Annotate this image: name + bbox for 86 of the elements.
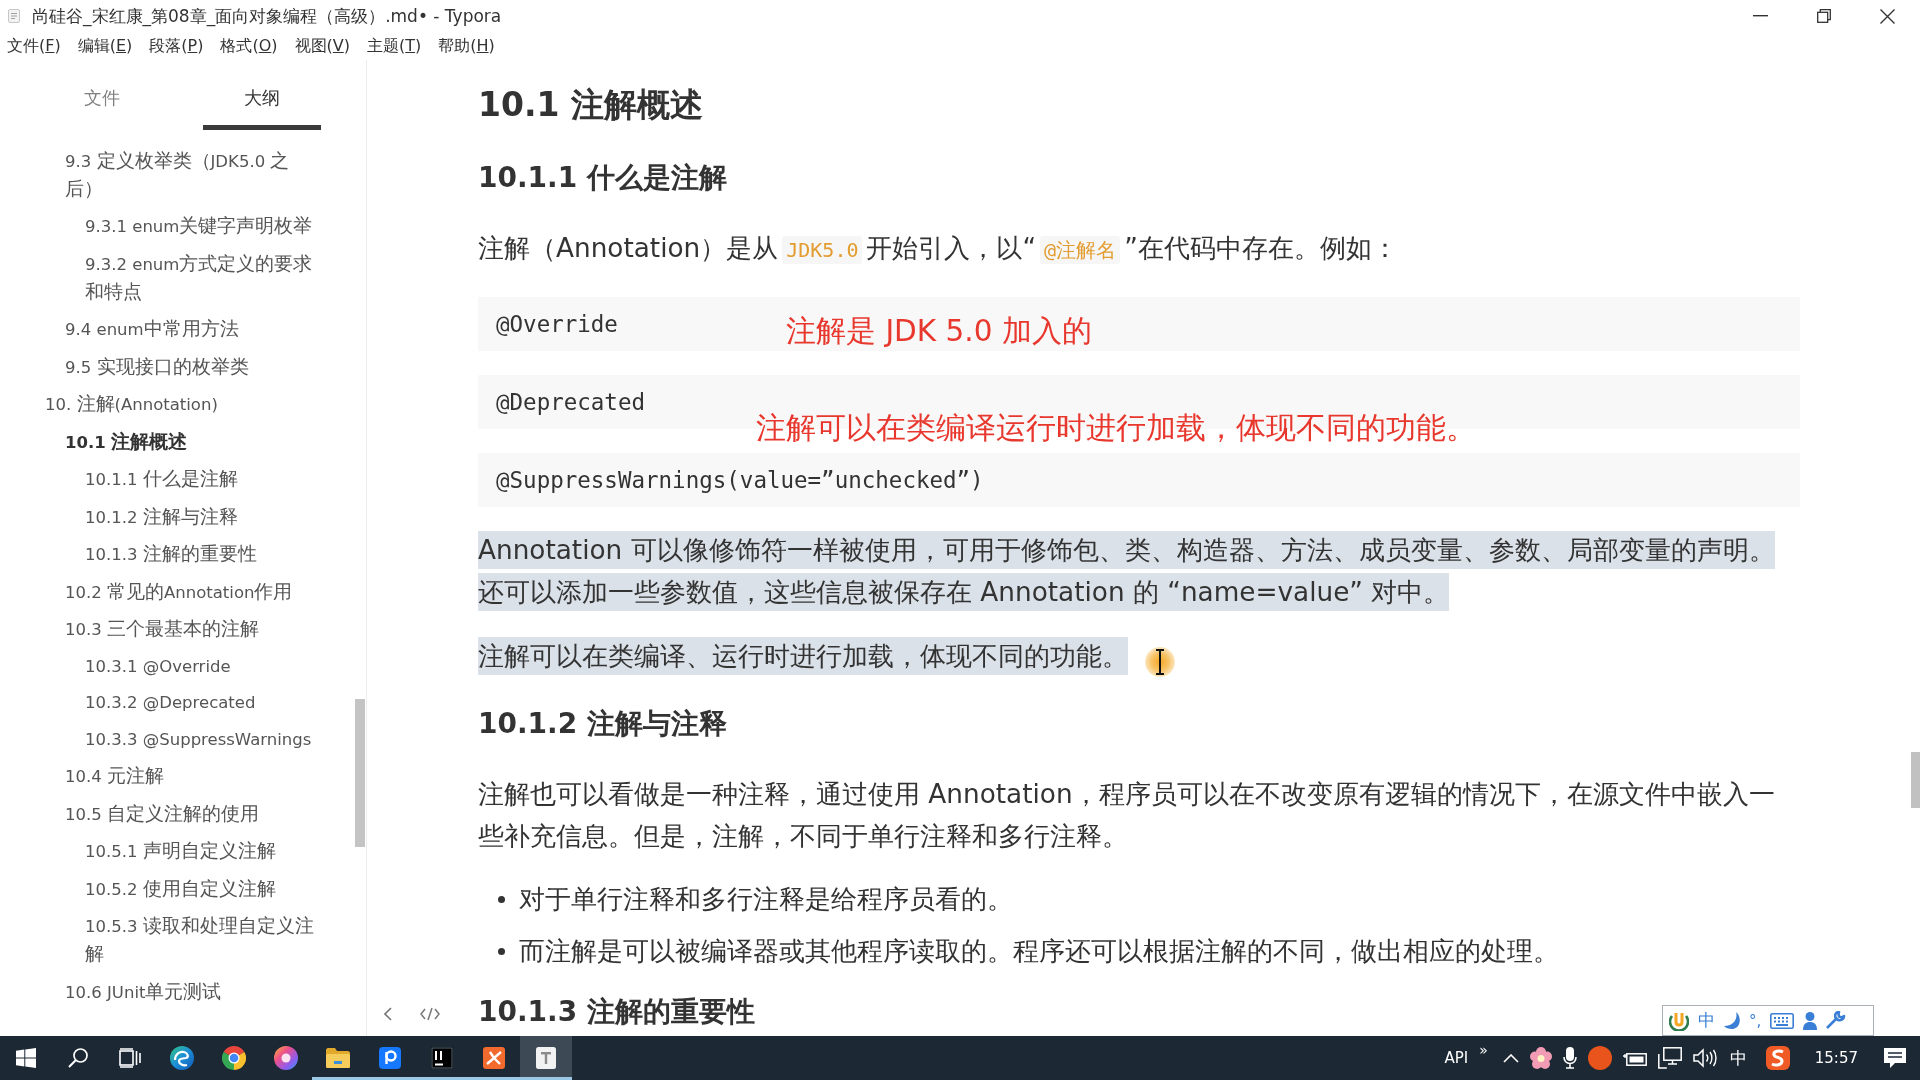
network-icon[interactable]: [1657, 1047, 1682, 1069]
menu-item[interactable]: 主题(T): [367, 35, 422, 57]
swirl-logo-icon: [170, 1046, 194, 1070]
close-icon[interactable]: [1880, 8, 1895, 24]
menu-item[interactable]: 帮助(H): [438, 35, 495, 57]
restore-icon[interactable]: [1817, 9, 1831, 23]
outline-item[interactable]: 10.4 元注解: [65, 757, 164, 795]
outline-item[interactable]: 10.1.2 注解与注释: [85, 498, 238, 536]
code-icon[interactable]: [420, 1007, 440, 1021]
overflow-label[interactable]: »: [1479, 1042, 1488, 1058]
outline-item[interactable]: 9.3 定义枚举类（JDK5.0 之后）: [65, 142, 321, 208]
punctuation-label[interactable]: °,: [1749, 1011, 1762, 1030]
chevron-up-icon[interactable]: [1502, 1053, 1519, 1063]
outline-item[interactable]: 10.3.2 @Deprecated: [85, 684, 256, 721]
page-tile-icon: [536, 1047, 556, 1069]
bullet-icon: [498, 895, 505, 903]
menu-item[interactable]: 格式(O): [220, 35, 278, 57]
annotation-note: 注解是 JDK 5.0 加入的: [786, 313, 1092, 349]
paragraph: 注解可以在类编译、运行时进行加载，体现不同的功能。: [478, 635, 1800, 677]
swoosh-tile-icon[interactable]: [1765, 1046, 1790, 1070]
scrollbar-thumb[interactable]: [355, 699, 365, 847]
ball-logo-icon: [274, 1046, 298, 1070]
outline-item[interactable]: 10.6 JUnit单元测试: [65, 973, 222, 1011]
outline-item[interactable]: 10.5.2 使用自定义注解: [85, 870, 276, 908]
ring-tile-icon: [379, 1047, 401, 1069]
document-icon: [8, 9, 20, 23]
notification-icon[interactable]: [1883, 1047, 1907, 1069]
paragraph: 注解（Annotation）是从 JDK5.0 开始引入，以“ @注解名 ”在代码中存在。例如：: [478, 232, 1399, 266]
outline-item[interactable]: 10.3.3 @SuppressWarnings: [85, 721, 312, 758]
outline-item[interactable]: 10.1 注解概述: [65, 423, 188, 461]
round-logo-icon: [222, 1046, 246, 1070]
subsection-heading: 10.1.3 注解的重要性: [478, 994, 755, 1030]
menu-item[interactable]: 编辑(E): [77, 35, 133, 57]
ring-logo-icon[interactable]: [1669, 1010, 1689, 1031]
window-title: 尚硅谷_宋红康_第08章_面向对象编程（高级）.md• - Typora: [32, 4, 502, 28]
outline-item[interactable]: 10. 注解(Annotation): [45, 385, 218, 423]
outline-item[interactable]: 9.5 实现接口的枚举类: [65, 348, 249, 386]
outline-item[interactable]: 10.1.3 注解的重要性: [85, 535, 257, 573]
chevron-left-icon[interactable]: [384, 1007, 392, 1021]
outline-item[interactable]: 9.3.1 enum关键字声明枚举: [85, 207, 313, 245]
task-view-icon: [119, 1048, 141, 1068]
list-item: 而注解是可以被编译器或其他程序读取的。程序还可以根据注解的不同，做出相应的处理。: [519, 935, 1559, 968]
input-mode-label[interactable]: 中: [1698, 1009, 1715, 1032]
bar-tile-icon: [431, 1047, 453, 1069]
scrollbar-thumb[interactable]: [1911, 752, 1920, 808]
battery-icon[interactable]: [1622, 1050, 1647, 1066]
moon-icon[interactable]: [1724, 1011, 1740, 1030]
outline-item[interactable]: 10.3 三个最基本的注解: [65, 610, 259, 648]
list-item: 对于单行注释和多行注释是给程序员看的。: [519, 883, 1013, 916]
cross-tile-icon: [483, 1047, 505, 1069]
minimize-icon[interactable]: [1753, 15, 1768, 17]
sidebar-tab[interactable]: 大纲: [203, 70, 321, 130]
outline-item[interactable]: 10.5 自定义注解的使用: [65, 795, 259, 833]
paragraph: 注解也可以看做是一种注释，通过使用 Annotation，程序员可以在不改变原有逻辑的情况下，在源文件中嵌入一些补充信息。但是，注解，不同于单行注释和多行注释。: [478, 778, 1776, 853]
microphone-icon[interactable]: [1562, 1047, 1577, 1069]
keyboard-icon[interactable]: [1770, 1012, 1795, 1029]
circle-icon[interactable]: [1587, 1046, 1612, 1070]
api-label[interactable]: API: [1444, 1049, 1469, 1067]
sidebar-tab[interactable]: 文件: [43, 70, 161, 130]
subsection-heading: 10.1.1 什么是注解: [478, 160, 727, 196]
taskbar-button[interactable]: [520, 1036, 572, 1080]
clock-time[interactable]: 15:57: [1814, 1049, 1858, 1067]
outline-item[interactable]: 10.5.1 声明自定义注解: [85, 832, 276, 870]
volume-icon[interactable]: [1692, 1048, 1717, 1068]
flower-icon[interactable]: [1529, 1047, 1552, 1069]
annotation-note: 注解可以在类编译运行时进行加载，体现不同的功能。: [756, 410, 1476, 446]
outline-item[interactable]: 9.3.2 enum方式定义的要求和特点: [85, 245, 321, 311]
code-block: @SuppressWarnings(value=”unchecked”): [478, 453, 1800, 507]
menu-item[interactable]: 视图(V): [294, 35, 350, 57]
section-heading: 10.1 注解概述: [478, 84, 703, 126]
wrench-icon[interactable]: [1826, 1010, 1847, 1031]
input-language-label[interactable]: 中: [1729, 1046, 1747, 1070]
person-icon[interactable]: [1803, 1011, 1818, 1030]
outline-item[interactable]: 10.2 常见的Annotation作用: [65, 573, 293, 611]
text-cursor-icon: [1145, 644, 1175, 680]
search-icon: [68, 1048, 88, 1068]
menu-item[interactable]: 段落(P): [149, 35, 204, 57]
outline-item[interactable]: 10.3.1 @Override: [85, 648, 231, 685]
folder-icon: [326, 1048, 350, 1068]
bullet-icon: [498, 947, 505, 955]
start-icon: [16, 1048, 36, 1068]
outline-item[interactable]: 10.1.1 什么是注解: [85, 460, 238, 498]
outline-item[interactable]: 9.4 enum中常用方法: [65, 310, 239, 348]
subsection-heading: 10.1.2 注解与注释: [478, 706, 727, 742]
menu-item[interactable]: 文件(F): [7, 35, 61, 57]
outline-item[interactable]: 10.5.3 读取和处理自定义注解: [85, 907, 321, 973]
